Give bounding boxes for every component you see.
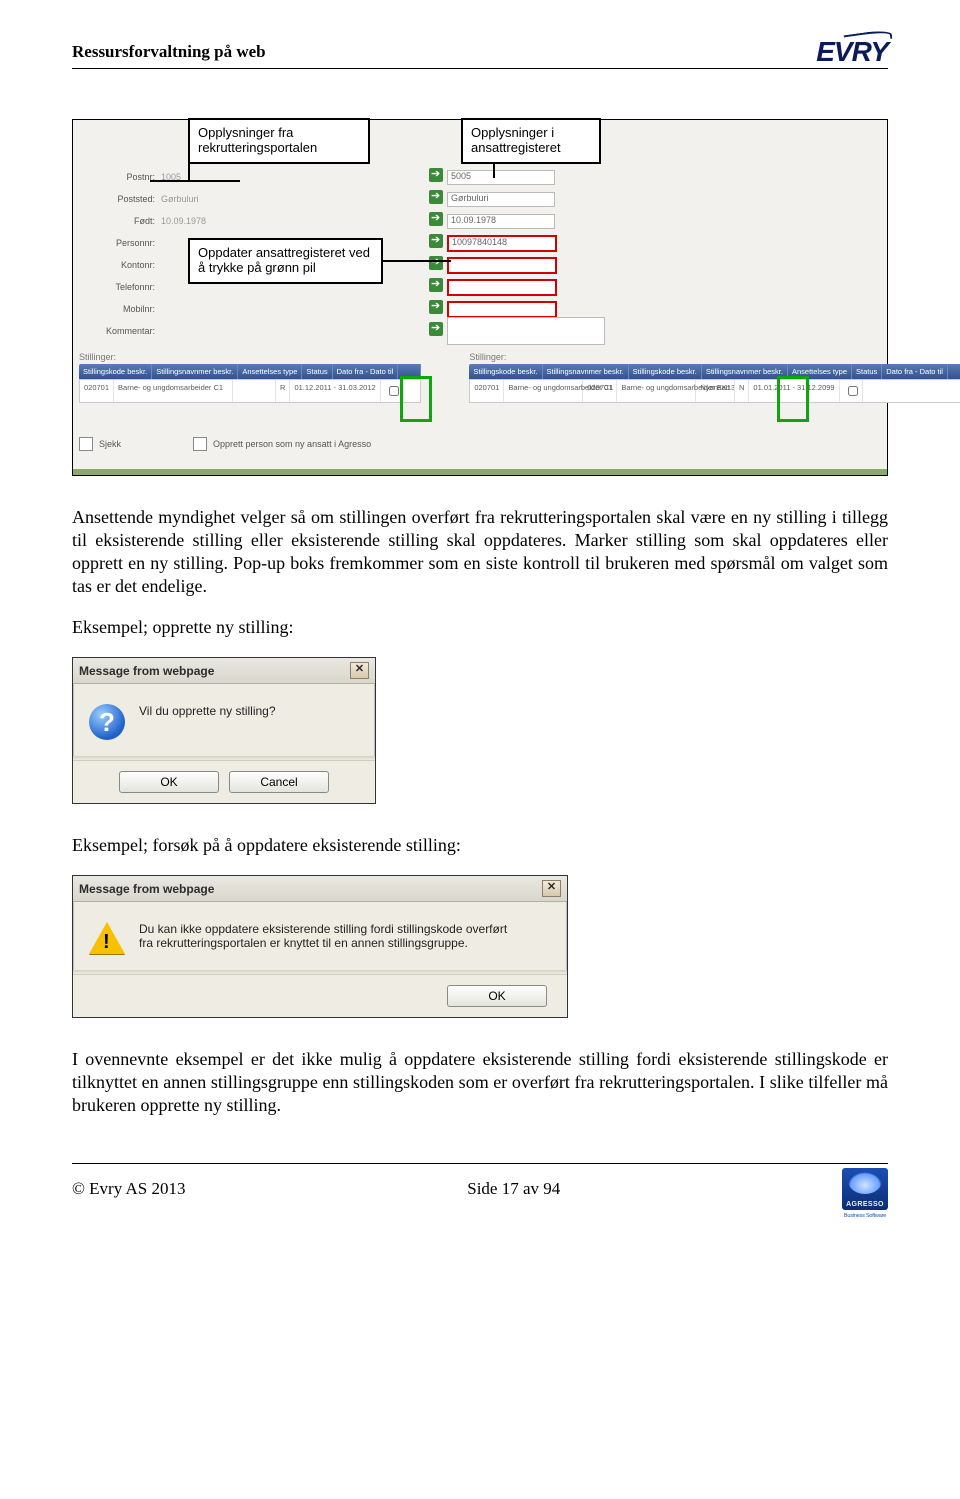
footer-copyright: © Evry AS 2013 — [72, 1179, 186, 1199]
input-kontonr-r[interactable] — [447, 257, 557, 274]
dialog-message: Vil du opprette ny stilling? — [139, 704, 276, 718]
callout-text: Oppdater ansattregisteret ved å trykke p… — [198, 245, 370, 275]
table-header: Stillingskode beskr. Stillingsnavnmer be… — [79, 364, 421, 379]
footer-page: Side 17 av 94 — [467, 1179, 560, 1199]
dialog-update-error: Message from webpage ✕ Du kan ikke oppda… — [72, 875, 568, 1018]
input-postnr-r[interactable]: 5005 — [447, 170, 555, 185]
input-poststed-r[interactable]: Gørbuluri — [447, 192, 555, 207]
cancel-button[interactable]: Cancel — [229, 771, 329, 793]
dialog-message: Du kan ikke oppdatere eksisterende still… — [139, 922, 519, 950]
tbl-title-left: Stillinger: — [79, 352, 421, 362]
highlight-box-icon — [777, 376, 809, 422]
input-fodt-r[interactable]: 10.09.1978 — [447, 214, 555, 229]
label-mobilnr: Mobilnr: — [93, 304, 161, 314]
label-telefonnr: Telefonnr: — [93, 282, 161, 292]
paragraph: Eksempel; opprette ny stilling: — [72, 616, 888, 639]
table-row[interactable]: 020701 Barne- og ungdomsarbeider C1 R 01… — [79, 379, 421, 403]
sync-arrow-icon[interactable] — [429, 234, 443, 248]
sync-arrow-icon[interactable] — [429, 322, 443, 336]
close-icon[interactable]: ✕ — [350, 662, 369, 679]
input-telefonnr-r[interactable] — [447, 279, 557, 296]
sync-arrow-icon[interactable] — [429, 212, 443, 226]
callout-green-arrow: Oppdater ansattregisteret ved å trykke p… — [188, 238, 383, 284]
sjekk-label: Sjekk — [99, 439, 121, 449]
row-checkbox[interactable] — [848, 386, 858, 396]
sync-arrow-icon[interactable] — [429, 190, 443, 204]
tbl-title-right: Stillinger: — [469, 352, 960, 362]
warning-icon — [89, 922, 125, 954]
table-row[interactable]: 020701 Barne- og ungdomsarbeider C1 0207… — [469, 379, 960, 403]
input-mobilnr-r[interactable] — [447, 301, 557, 318]
dialog-create-position: Message from webpage ✕ ? Vil du opprette… — [72, 657, 376, 804]
doc-header-title: Ressursforvaltning på web — [72, 42, 266, 62]
ok-button[interactable]: OK — [119, 771, 219, 793]
val-poststed-l: Gørbuluri — [161, 194, 199, 204]
opprett-checkbox[interactable] — [193, 437, 207, 451]
agresso-logo: Business Software — [842, 1168, 888, 1210]
val-fodt-l: 10.09.1978 — [161, 216, 206, 226]
sync-arrow-icon[interactable] — [429, 256, 443, 270]
paragraph: I ovennevnte eksempel er det ikke mulig … — [72, 1048, 888, 1117]
callout-text: Opplysninger i ansattregisteret — [471, 125, 561, 155]
agresso-subtitle: Business Software — [842, 1213, 888, 1219]
label-kommentar: Kommentar: — [93, 326, 161, 336]
sjekk-checkbox[interactable] — [79, 437, 93, 451]
label-personnr: Personnr: — [93, 238, 161, 248]
highlight-box-icon — [400, 376, 432, 422]
dialog-title: Message from webpage — [79, 882, 214, 896]
toolbar-strip — [73, 469, 887, 475]
question-icon: ? — [89, 704, 125, 740]
paragraph: Ansettende myndighet velger så om stilli… — [72, 506, 888, 598]
label-fodt: Født: — [93, 216, 161, 226]
table-header: Stillingskode beskr. Stillingsnavnmer be… — [469, 364, 960, 379]
callout-recruit-portal: Opplysninger fra rekrutteringsportalen — [188, 118, 370, 164]
embedded-screenshot-form: Opplysninger fra rekrutteringsportalen O… — [72, 119, 888, 476]
dialog-title: Message from webpage — [79, 664, 214, 678]
sync-arrow-icon[interactable] — [429, 278, 443, 292]
callout-employee-reg: Opplysninger i ansattregisteret — [461, 118, 601, 164]
paragraph: Eksempel; forsøk på å oppdatere eksister… — [72, 834, 888, 857]
row-checkbox[interactable] — [389, 386, 399, 396]
label-poststed: Poststed: — [93, 194, 161, 204]
label-kontonr: Kontonr: — [93, 260, 161, 270]
opprett-label: Opprett person som ny ansatt i Agresso — [213, 439, 371, 449]
close-icon[interactable]: ✕ — [542, 880, 561, 897]
callout-text: Opplysninger fra rekrutteringsportalen — [198, 125, 317, 155]
sync-arrow-icon[interactable] — [429, 300, 443, 314]
input-kommentar-r[interactable] — [447, 317, 605, 345]
evry-logo: EVRY — [816, 38, 888, 66]
input-personnr-r[interactable]: 10097840148 — [447, 235, 557, 252]
sync-arrow-icon[interactable] — [429, 168, 443, 182]
ok-button[interactable]: OK — [447, 985, 547, 1007]
